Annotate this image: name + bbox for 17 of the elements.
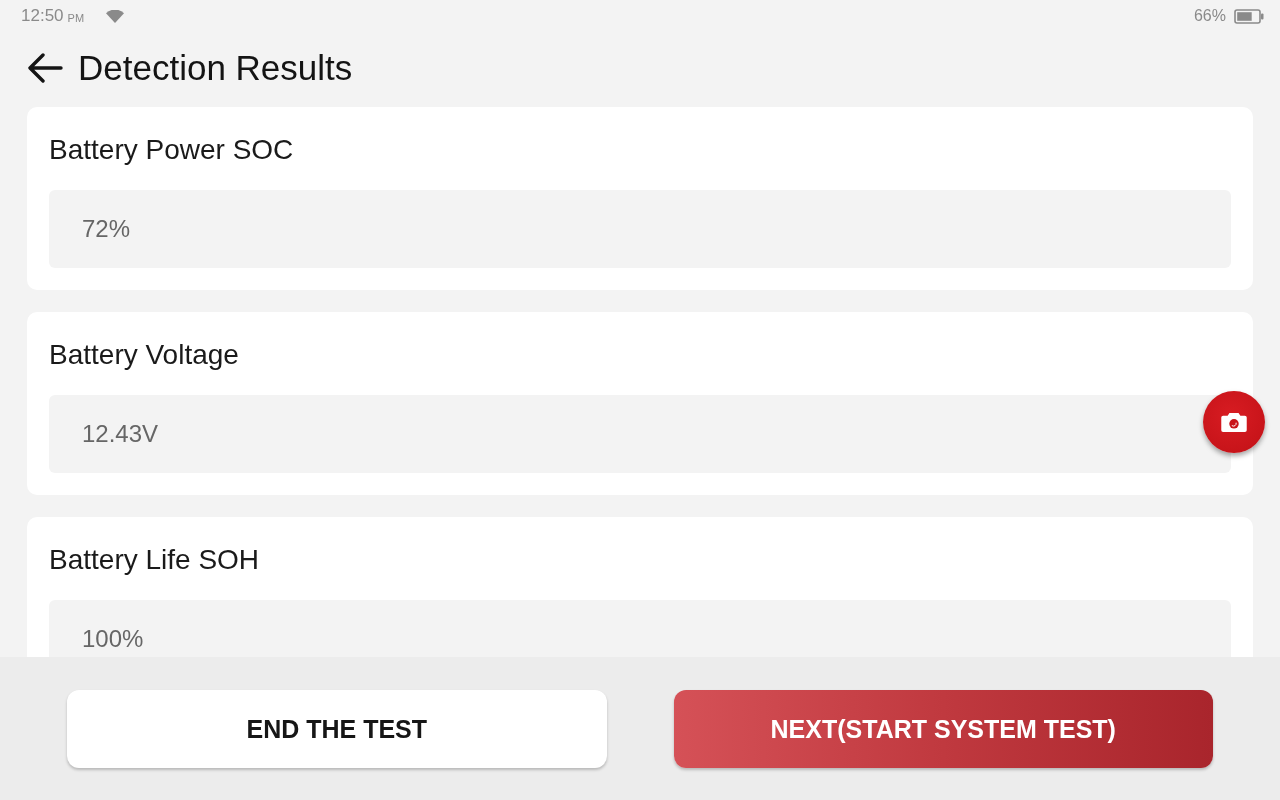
result-value-field: 100% bbox=[49, 600, 1231, 657]
battery-icon bbox=[1234, 8, 1264, 24]
back-button[interactable] bbox=[27, 52, 63, 83]
back-arrow-icon bbox=[27, 52, 63, 83]
page-title: Detection Results bbox=[78, 46, 353, 89]
result-label: Battery Power SOC bbox=[49, 134, 294, 165]
result-label: Battery Life SOH bbox=[49, 544, 260, 575]
clock-time: 12:50 bbox=[21, 6, 64, 26]
battery-percentage: 66% bbox=[1193, 6, 1226, 26]
next-button[interactable]: NEXT(START SYSTEM TEST) bbox=[673, 690, 1213, 768]
am-pm-label: PM bbox=[67, 10, 85, 25]
wifi-icon bbox=[106, 9, 125, 23]
camera-icon bbox=[1221, 412, 1247, 432]
result-value-field: 12.43V bbox=[49, 395, 1231, 473]
result-label: Battery Voltage bbox=[49, 339, 239, 370]
end-test-button[interactable]: END THE TEST bbox=[67, 690, 607, 768]
result-value-field: 72% bbox=[49, 190, 1231, 268]
